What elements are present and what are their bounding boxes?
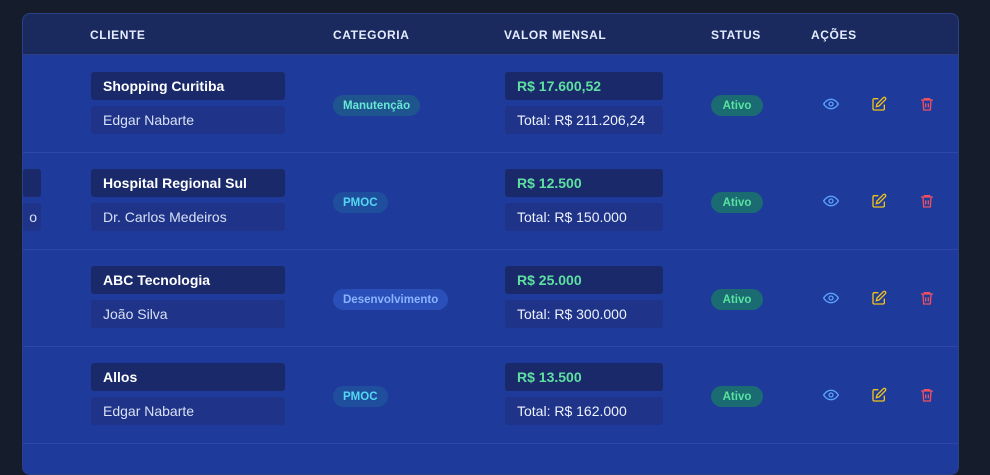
category-badge: Manutenção [333,95,421,116]
eye-icon[interactable] [823,193,839,209]
table-header: CLIENTE CATEGORIA VALOR MENSAL STATUS AÇ… [23,14,958,55]
client-name: ABC Tecnologia [91,266,285,294]
client-contact: João Silva [91,300,285,328]
client-contact: Dr. Carlos Medeiros [91,203,285,231]
trash-icon[interactable] [919,387,935,403]
contracts-table: CLIENTE CATEGORIA VALOR MENSAL STATUS AÇ… [22,13,959,475]
table-row: o Hospital Regional Sul Dr. Carlos Medei… [23,152,958,250]
total-value: Total: R$ 300.000 [505,300,663,328]
eye-icon[interactable] [823,96,839,112]
client-name: Hospital Regional Sul [91,169,285,197]
eye-icon[interactable] [823,387,839,403]
edit-icon[interactable] [871,96,887,112]
table-row: Shopping Curitiba Edgar Nabarte Manutenç… [23,55,958,153]
monthly-value: R$ 12.500 [505,169,663,197]
total-value: Total: R$ 211.206,24 [505,106,663,134]
status-badge: Ativo [711,386,763,407]
category-badge: PMOC [333,192,388,213]
truncated-cell [23,169,41,197]
status-badge: Ativo [711,95,763,116]
trash-icon[interactable] [919,96,935,112]
category-badge: PMOC [333,386,388,407]
truncated-cell-text: o [23,203,41,231]
header-categoria: CATEGORIA [333,28,410,42]
status-badge: Ativo [711,289,763,310]
trash-icon[interactable] [919,290,935,306]
table-row: ABC Tecnologia João Silva Desenvolviment… [23,249,958,347]
header-valor-mensal: VALOR MENSAL [504,28,607,42]
client-name: Allos [91,363,285,391]
header-status: STATUS [711,28,761,42]
trash-icon[interactable] [919,193,935,209]
client-contact: Edgar Nabarte [91,397,285,425]
total-value: Total: R$ 150.000 [505,203,663,231]
edit-icon[interactable] [871,387,887,403]
monthly-value: R$ 25.000 [505,266,663,294]
client-contact: Edgar Nabarte [91,106,285,134]
category-badge: Desenvolvimento [333,289,449,310]
monthly-value: R$ 13.500 [505,363,663,391]
eye-icon[interactable] [823,290,839,306]
monthly-value: R$ 17.600,52 [505,72,663,100]
total-value: Total: R$ 162.000 [505,397,663,425]
header-acoes: AÇÕES [811,28,857,42]
header-cliente: CLIENTE [90,28,146,42]
edit-icon[interactable] [871,193,887,209]
edit-icon[interactable] [871,290,887,306]
client-name: Shopping Curitiba [91,72,285,100]
status-badge: Ativo [711,192,763,213]
table-row: Allos Edgar Nabarte PMOC R$ 13.500 Total… [23,346,958,444]
